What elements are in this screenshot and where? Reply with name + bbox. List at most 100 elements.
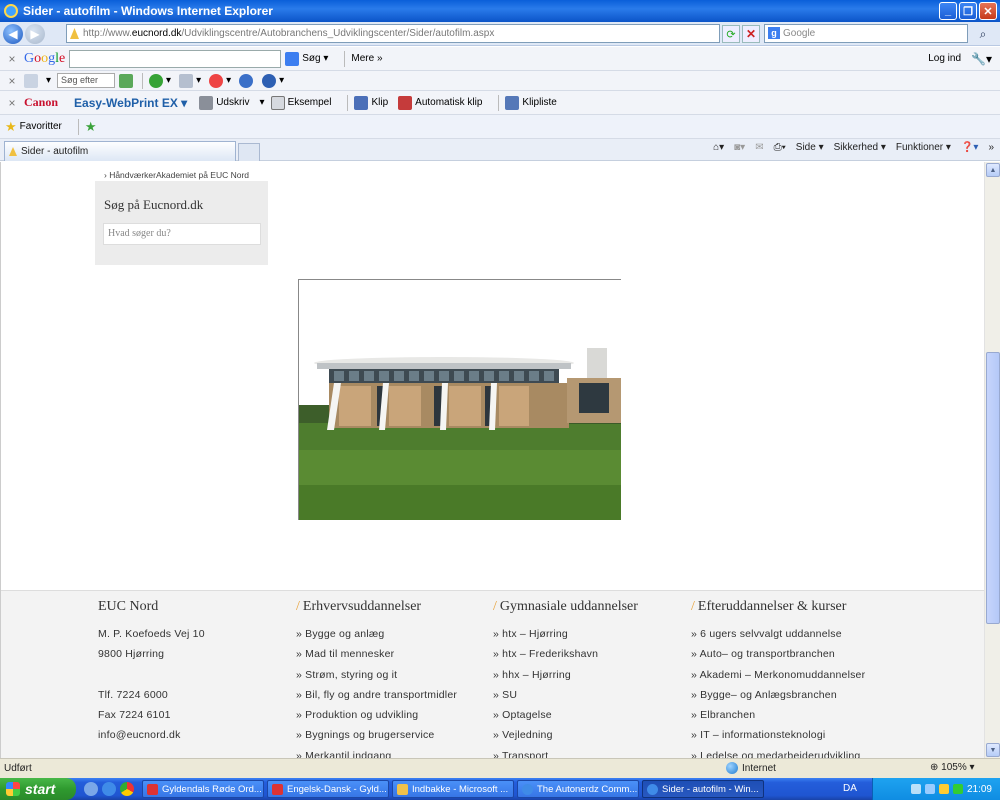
messenger-icon[interactable]	[209, 73, 224, 88]
web-search-input[interactable]: g Google	[764, 24, 968, 43]
footer-link[interactable]: » htx – Frederikshavn	[493, 644, 638, 664]
ie-icon[interactable]	[102, 782, 116, 796]
print-icon[interactable]: ⎙▾	[774, 142, 786, 153]
footer-link[interactable]: » Vejledning	[493, 725, 638, 745]
footer-link[interactable]: » htx – Hjørring	[493, 624, 638, 644]
footer-gymnasial-title: / Gymnasiale uddannelser	[493, 599, 638, 614]
maximize-button[interactable]: ❐	[959, 2, 977, 20]
back-button[interactable]: ◀	[3, 23, 23, 44]
wrench-icon[interactable]: 🔧▾	[971, 52, 992, 66]
mail-icon[interactable]: ✉	[755, 142, 763, 153]
help-icon[interactable]: ❓▾	[961, 142, 978, 153]
clip-list-button[interactable]: Klipliste	[505, 95, 557, 110]
vertical-scrollbar[interactable]: ▲ ▼	[984, 162, 1000, 758]
footer-link[interactable]: » Bygge og anlæg	[296, 624, 457, 644]
footer-link[interactable]: » Auto– og transportbranchen	[691, 644, 865, 664]
task-indbakke[interactable]: Indbakke - Microsoft ...	[392, 780, 514, 798]
google-search-field[interactable]	[69, 49, 282, 68]
footer-link[interactable]: » IT – informationsteknologi	[691, 725, 865, 745]
chrome-icon[interactable]	[120, 782, 134, 796]
breadcrumb[interactable]: › HåndværkerAkademiet på EUC Nord	[104, 170, 249, 180]
tray-icon[interactable]	[952, 784, 963, 794]
zoom-level[interactable]: ⊕ 105% ▾	[930, 762, 975, 773]
close-window-button[interactable]: ✕	[979, 2, 997, 20]
auto-clip-button[interactable]: Automatisk klip	[398, 95, 483, 110]
help-icon[interactable]	[262, 73, 277, 88]
footer-link[interactable]: » Bygnings og brugerservice	[296, 725, 457, 745]
url-field[interactable]: http://www. eucnord.dk/Udviklingscentre/A…	[66, 24, 720, 43]
print-dropdown-icon[interactable]: ▾	[260, 97, 265, 108]
footer-link[interactable]: » 6 ugers selvvalgt uddannelse	[691, 624, 865, 644]
start-button[interactable]: start	[0, 778, 76, 800]
auto-clip-label: Automatisk klip	[415, 97, 483, 108]
print-label: Udskriv	[216, 97, 250, 108]
favorites-button[interactable]: ★ Favoritter	[5, 119, 62, 135]
task-gyldendal-roede[interactable]: Gyldendals Røde Ord...	[142, 780, 264, 798]
home-icon[interactable]: ⌂▾	[713, 142, 724, 153]
footer-link[interactable]: » SU	[493, 685, 638, 705]
footer-link[interactable]: » Strøm, styring og it	[296, 665, 457, 685]
footer-erhverv: / Erhvervsuddannelser » Bygge og anlæg » …	[296, 599, 457, 758]
add-favorite-icon[interactable]: ★	[85, 119, 97, 135]
footer-link[interactable]: » Bygge– og Anlægsbranchen	[691, 685, 865, 705]
add-icon[interactable]	[149, 73, 164, 88]
new-tab-button[interactable]	[238, 143, 260, 161]
footer-link[interactable]: » Merkantil indgang	[296, 746, 457, 758]
security-menu[interactable]: Sikkerhed ▾	[834, 142, 886, 153]
minimize-button[interactable]: _	[939, 2, 957, 20]
google-search-button[interactable]: Søg ▾	[285, 51, 328, 66]
close-toolbar-icon[interactable]: ×	[6, 74, 18, 88]
footer-link[interactable]: » Ledelse og medarbejderudvikling	[691, 746, 865, 758]
feeds-icon[interactable]: ◙▾	[734, 142, 745, 153]
task-label: Sider - autofilm - Win...	[662, 783, 759, 795]
clip-icon	[354, 95, 369, 110]
footer-link[interactable]: » Mad til mennesker	[296, 644, 457, 664]
toolbar-search-input[interactable]: Søg efter søg	[57, 73, 116, 98]
easy-webprint-menu[interactable]: Easy-WebPrint EX ▾	[74, 96, 187, 110]
forward-button[interactable]: ▶	[25, 23, 45, 44]
footer-link[interactable]: » Akademi – Merkonomuddannelser	[691, 665, 865, 685]
task-engelsk-dansk[interactable]: Engelsk-Dansk - Gyld...	[267, 780, 389, 798]
footer-link[interactable]: » Produktion og udvikling	[296, 705, 457, 725]
canon-logo: Canon	[24, 95, 59, 109]
more-button[interactable]: Mere »	[351, 53, 382, 64]
stop-button[interactable]: ✕	[742, 25, 760, 43]
url-domain: eucnord.dk	[131, 28, 182, 39]
info-icon[interactable]	[239, 73, 254, 88]
search-go-icon[interactable]: ⌕	[970, 25, 996, 43]
close-toolbar-icon[interactable]: ×	[6, 96, 18, 110]
tray-icon[interactable]	[924, 784, 935, 794]
preview-button[interactable]: Eksempel	[270, 95, 331, 110]
login-link[interactable]: Log ind	[928, 53, 961, 64]
site-search-input[interactable]: Hvad søger du?	[103, 223, 261, 245]
tab-sider-autofilm[interactable]: Sider - autofilm	[4, 141, 236, 161]
footer-link[interactable]: » Optagelse	[493, 705, 638, 725]
chevron-more-icon[interactable]: »	[988, 142, 994, 153]
tray-icon[interactable]	[938, 784, 949, 794]
search-icon[interactable]	[119, 73, 134, 88]
task-sider-autofilm[interactable]: Sider - autofilm - Win...	[642, 780, 764, 798]
clip-button[interactable]: Klip	[354, 95, 388, 110]
footer-erhverv-title: / Erhvervsuddannelser	[296, 599, 422, 614]
footer-link[interactable]: » Bil, fly og andre transportmidler	[296, 685, 457, 705]
scroll-up-icon[interactable]: ▲	[986, 163, 1000, 177]
refresh-button[interactable]: ⟳	[722, 25, 740, 43]
side-menu[interactable]: Side ▾	[796, 142, 824, 153]
tray-icon[interactable]	[910, 784, 921, 794]
tools-menu[interactable]: Funktioner ▾	[896, 142, 951, 153]
language-indicator[interactable]: DA	[843, 783, 857, 794]
footer-link[interactable]: » Elbranchen	[691, 705, 865, 725]
footer-gymnasial-title-text: Gymnasiale uddannelser	[499, 599, 638, 614]
window-icon[interactable]	[179, 73, 194, 88]
footer-link[interactable]: » hhx – Hjørring	[493, 665, 638, 685]
page-warning-icon	[70, 28, 79, 39]
desktop-icon[interactable]	[84, 782, 98, 796]
security-zone[interactable]: Internet	[726, 762, 776, 774]
footer-email[interactable]: info@eucnord.dk	[98, 725, 205, 745]
print-button[interactable]: Udskriv	[199, 95, 250, 110]
close-toolbar-icon[interactable]: ×	[6, 52, 18, 66]
footer-link[interactable]: » Transport	[493, 746, 638, 758]
scroll-down-icon[interactable]: ▼	[986, 743, 1000, 757]
scroll-thumb[interactable]	[986, 352, 1000, 624]
task-autonerdz[interactable]: The Autonerdz Comm...	[517, 780, 639, 798]
